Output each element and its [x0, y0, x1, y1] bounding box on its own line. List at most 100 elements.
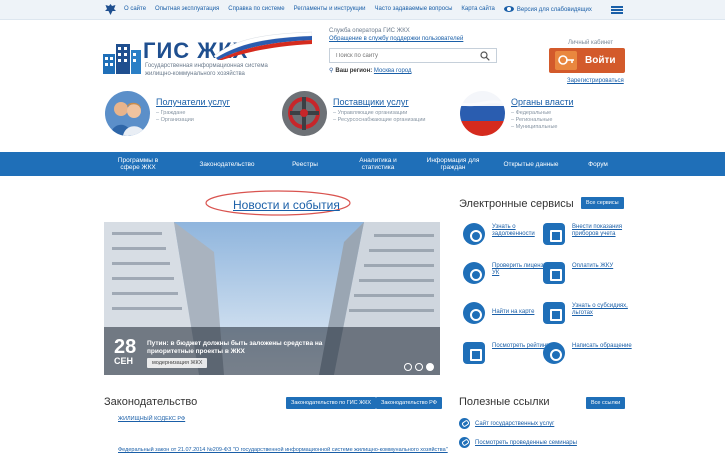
authorities-flag-photo [460, 91, 505, 136]
operator-service: Служба оператора ГИС ЖКХ Обращение в слу… [329, 27, 479, 43]
news-month: СЕН [114, 356, 134, 366]
services-title: Электронные сервисы [459, 198, 574, 210]
eagle-emblem-icon [105, 4, 116, 15]
accessibility-label: Версия для слабовидящих [516, 7, 592, 13]
top-link-sitemap[interactable]: Карта сайта [461, 6, 494, 13]
useful-link-seminars[interactable]: Посмотреть проведенные семинары [459, 437, 577, 448]
all-links-button[interactable]: Все ссылки [586, 397, 626, 409]
service-ratings[interactable]: Посмотреть рейтинги [463, 342, 553, 372]
region-value-link[interactable]: Москва город [374, 68, 412, 74]
debt-icon [463, 223, 485, 245]
federal-law-link[interactable]: Федеральный закон от 21.07.2014 №209-ФЗ … [118, 447, 448, 453]
cabinet-label: Личный кабинет [568, 40, 614, 46]
news-day: 28 [114, 336, 137, 358]
legislation-title: Законодательство [104, 396, 198, 408]
logo-subtitle: Государственная информационная система ж… [145, 63, 268, 77]
group-title-recipients[interactable]: Получатели услуг [156, 97, 230, 107]
support-link[interactable]: Обращение в службу поддержки пользовател… [329, 35, 479, 43]
group-title-authorities[interactable]: Органы власти [511, 97, 574, 107]
service-message[interactable]: Написать обращение [543, 342, 633, 372]
login-button[interactable]: Войти [549, 48, 625, 73]
useful-link-gosuslugi[interactable]: Сайт государственных услуг [459, 418, 554, 429]
login-label: Войти [585, 55, 616, 66]
service-label: Узнать о субсидиях, льготах [572, 303, 628, 316]
meter-icon [543, 223, 565, 245]
useful-link-label: Сайт государственных услуг [475, 421, 555, 428]
flag-ribbon-decoration [214, 31, 312, 60]
region-selector: ⚲ Ваш регион: Москва город [329, 67, 412, 74]
service-label: Написать обращение [572, 343, 632, 349]
nav-forum[interactable]: Форум [580, 152, 616, 176]
nav-citizens-info[interactable]: Информация для граждан [422, 152, 484, 176]
service-license[interactable]: Проверить лицензию УК [463, 262, 553, 292]
top-link-help[interactable]: Справка по системе [228, 6, 284, 13]
group-title-providers[interactable]: Поставщики услуг [333, 97, 409, 107]
providers-list: – Управляющие организации – Ресурсоснабж… [333, 110, 425, 124]
register-link[interactable]: Зарегистрироваться [567, 78, 624, 84]
providers-item[interactable]: – Управляющие организации [333, 110, 425, 117]
service-payment[interactable]: Оплатить ЖКУ [543, 262, 633, 292]
main-nav: Программы в сфере ЖКХ Законодательство Р… [0, 152, 725, 176]
service-map[interactable]: Найти на карте [463, 302, 553, 332]
providers-item[interactable]: – Ресурсоснабжающие организации [333, 117, 425, 124]
providers-photo [282, 91, 327, 136]
top-link-trial[interactable]: Опытная эксплуатация [155, 6, 219, 13]
legislation-rf-button[interactable]: Законодательство РФ [376, 397, 442, 409]
nav-analytics[interactable]: Аналитика и статистика [348, 152, 408, 176]
subsidy-icon [543, 302, 565, 324]
news-date: 28 СЕН [114, 337, 136, 366]
top-links: О сайте Опытная эксплуатация Справка по … [124, 6, 592, 13]
authorities-item[interactable]: – Региональные [511, 117, 557, 124]
top-link-faq[interactable]: Часто задаваемые вопросы [375, 6, 453, 13]
recipients-list: – Граждане – Организации [156, 110, 194, 124]
recipients-photo [105, 91, 150, 136]
search-icon[interactable] [480, 51, 490, 61]
top-link-about[interactable]: О сайте [124, 6, 146, 13]
news-headline[interactable]: Путин: в бюджет должны быть заложены сре… [147, 340, 347, 356]
nav-programs[interactable]: Программы в сфере ЖКХ [108, 152, 168, 176]
slider-dots [404, 363, 434, 371]
search-box [329, 48, 497, 63]
slider-dot[interactable] [404, 363, 412, 371]
authorities-item[interactable]: – Муниципальные [511, 124, 557, 131]
ratings-icon [463, 342, 485, 364]
news-title[interactable]: Новости и события [233, 198, 340, 212]
nav-open-data[interactable]: Открытые данные [498, 152, 564, 176]
slider-dot[interactable] [415, 363, 423, 371]
useful-links-title: Полезные ссылки [459, 396, 550, 408]
recipients-item[interactable]: – Организации [156, 117, 194, 124]
service-label: Внести показания приборов учета [572, 224, 623, 237]
payment-icon [543, 262, 565, 284]
service-meters[interactable]: Внести показания приборов учета [543, 223, 633, 253]
hamburger-menu-icon[interactable] [611, 6, 623, 14]
key-icon [555, 51, 577, 70]
authorities-list: – Федеральные – Региональные – Муниципал… [511, 110, 557, 131]
service-title: Служба оператора ГИС ЖКХ [329, 28, 410, 34]
accessibility-link[interactable]: Версия для слабовидящих [503, 6, 592, 13]
top-link-regulations[interactable]: Регламенты и инструкции [294, 6, 366, 13]
news-slider[interactable]: 28 СЕН Путин: в бюджет должны быть залож… [104, 222, 440, 375]
legislation-gis-button[interactable]: Законодательство по ГИС ЖКХ [286, 397, 377, 409]
recipients-item[interactable]: – Граждане [156, 110, 194, 117]
location-pin-icon: ⚲ [329, 68, 334, 74]
slider-dot-active[interactable] [426, 363, 434, 371]
region-label: Ваш регион: [335, 68, 373, 74]
search-input[interactable] [330, 49, 475, 62]
map-pin-icon [463, 302, 485, 324]
nav-registries[interactable]: Реестры [283, 152, 327, 176]
news-tag[interactable]: модернизация ЖКХ [147, 358, 208, 368]
building-logo-icon [103, 44, 141, 74]
eye-icon [503, 6, 514, 12]
service-subsidy[interactable]: Узнать о субсидиях, льготах [543, 302, 633, 332]
nav-legislation[interactable]: Законодательство [188, 152, 266, 176]
license-icon [463, 262, 485, 284]
top-bar: О сайте Опытная эксплуатация Справка по … [0, 0, 725, 20]
service-label: Оплатить ЖКУ [572, 263, 614, 269]
chain-link-icon [459, 437, 470, 448]
housing-code-link[interactable]: ЖИЛИЩНЫЙ КОДЕКС РФ [118, 416, 185, 422]
service-debt[interactable]: Узнать о задолженности [463, 223, 553, 253]
useful-link-label: Посмотреть проведенные семинары [475, 440, 577, 447]
all-services-button[interactable]: Все сервисы [581, 197, 624, 209]
message-icon [543, 342, 565, 364]
authorities-item[interactable]: – Федеральные [511, 110, 557, 117]
